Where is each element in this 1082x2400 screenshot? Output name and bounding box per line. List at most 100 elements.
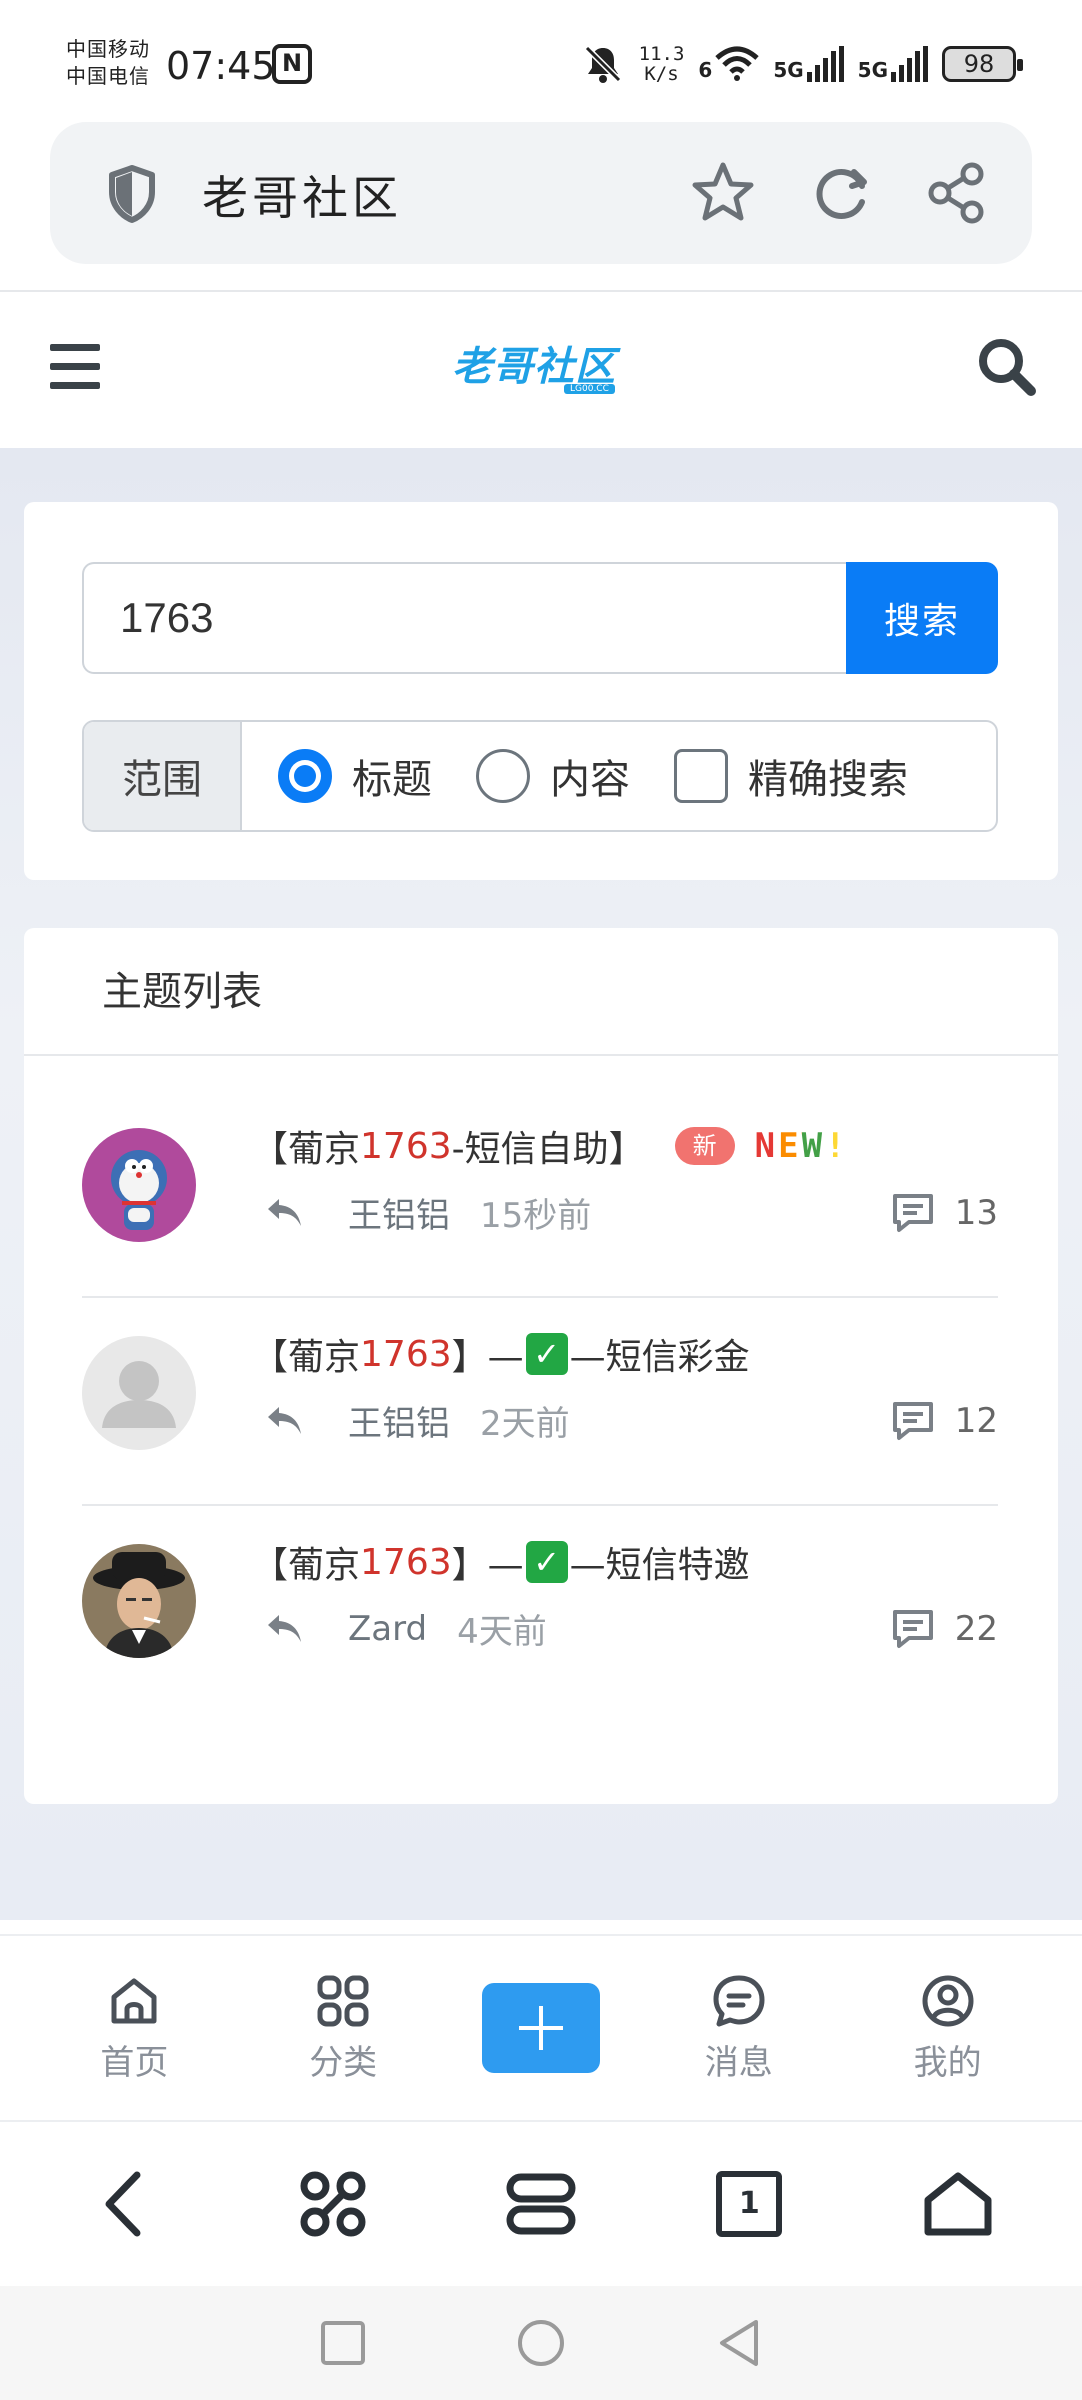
thread-time: 15秒前 (480, 1196, 592, 1236)
system-home-icon[interactable] (516, 2318, 566, 2368)
comment-icon (892, 1194, 933, 1232)
reply-count: 12 (891, 1400, 998, 1442)
scope-option-label: 标题 (352, 757, 432, 803)
back-button[interactable] (64, 2154, 184, 2254)
sim1-label: 5G (773, 58, 804, 82)
new-post-button[interactable] (481, 1983, 600, 2073)
tab-count: 1 (716, 2171, 783, 2237)
scope-option-content[interactable]: 内容 (476, 747, 630, 805)
address-bar-actions (690, 160, 988, 226)
thread-list: 【葡京 1763 -短信自助】 新 NEW! 王铝铝 15秒前 13 【葡京 1… (82, 1090, 998, 1714)
network-speed-unit: K/s (644, 63, 679, 85)
nav-label: 消息 (704, 2042, 773, 2083)
reply-count-value: 12 (954, 1401, 998, 1441)
avatar[interactable] (82, 1544, 196, 1658)
site-logo[interactable]: 老哥社区 LG00.CC (452, 334, 632, 404)
shield-icon[interactable] (106, 164, 158, 224)
reply-icon (268, 1198, 301, 1226)
carrier-1: 中国移动 (66, 37, 150, 61)
new-tag: NEW! (755, 1126, 849, 1166)
search-icon[interactable] (976, 336, 1038, 398)
new-badge: 新 (674, 1127, 735, 1165)
nav-category[interactable]: 分类 (273, 1973, 413, 2084)
message-icon (713, 1975, 765, 2026)
thread-meta: 王铝铝 15秒前 (262, 1188, 591, 1237)
tabs-button[interactable]: 1 (689, 2154, 809, 2254)
system-back-icon[interactable] (716, 2318, 762, 2368)
thread-item[interactable]: 【葡京 1763 】— ✓ —短信彩金 王铝铝 2天前 12 (82, 1298, 998, 1506)
checkbox-icon[interactable] (674, 749, 728, 803)
refresh-icon[interactable] (810, 160, 872, 226)
wifi-icon (715, 46, 759, 81)
page-title[interactable]: 老哥社区 (202, 162, 402, 228)
search-button[interactable]: 搜索 (846, 562, 998, 674)
sim2-label: 5G (857, 58, 888, 82)
man-in-hat-avatar-icon (82, 1544, 196, 1658)
scope-option-exact[interactable]: 精确搜索 (674, 747, 908, 805)
reply-count: 22 (891, 1608, 998, 1650)
search-form: 搜索 (82, 562, 998, 674)
scope-option-title[interactable]: 标题 (278, 747, 432, 805)
scope-options: 标题 内容 精确搜索 (242, 722, 996, 830)
nav-home[interactable]: 首页 (64, 1973, 204, 2084)
reply-count-value: 13 (954, 1193, 998, 1233)
reply-icon (268, 1614, 301, 1642)
thread-title[interactable]: 【葡京 1763 -短信自助】 新 NEW! (252, 1120, 849, 1172)
thread-author[interactable]: 王铝铝 (348, 1188, 450, 1237)
thread-time: 4天前 (457, 1612, 547, 1652)
scope-option-label: 内容 (550, 757, 630, 803)
browser-address-bar[interactable]: 老哥社区 (50, 122, 1032, 264)
thread-list-heading: 主题列表 (24, 928, 1058, 1056)
menu-button[interactable] (481, 2154, 601, 2254)
thread-author[interactable]: 王铝铝 (348, 1396, 450, 1445)
thread-title[interactable]: 【葡京 1763 】— ✓ —短信特邀 (252, 1536, 750, 1588)
nav-profile[interactable]: 我的 (878, 1973, 1018, 2084)
tools-button[interactable] (273, 2154, 393, 2254)
home-icon (111, 1978, 157, 2023)
title-prefix: 【葡京 (252, 1129, 361, 1170)
reply-count-value: 22 (954, 1609, 998, 1649)
signal-bars-icon (891, 46, 928, 82)
search-card: 搜索 范围 标题 内容 精确搜索 (24, 502, 1058, 880)
share-icon[interactable] (926, 160, 988, 226)
title-suffix: —短信特邀 (569, 1545, 750, 1586)
star-icon[interactable] (690, 160, 756, 226)
thread-author[interactable]: Zard (348, 1609, 427, 1649)
check-icon: ✓ (525, 1333, 568, 1375)
thread-meta: 王铝铝 2天前 (262, 1396, 570, 1445)
thread-meta: Zard 4天前 (262, 1604, 547, 1653)
mute-bell-icon (584, 45, 621, 83)
status-bar: 中国移动 中国电信 07:45 N 11.3 K/s 6 5G 5G 98 (0, 0, 1082, 120)
signal-bars-icon (806, 46, 844, 82)
avatar[interactable] (82, 1336, 196, 1450)
new-tag-text: NEW! (754, 1126, 849, 1166)
comment-icon (892, 1402, 933, 1440)
thread-item[interactable]: 【葡京 1763 -短信自助】 新 NEW! 王铝铝 15秒前 13 (82, 1090, 998, 1298)
carrier-info: 中国移动 中国电信 (66, 36, 150, 90)
grid-icon (317, 1975, 369, 2026)
wifi-label: 6 (698, 58, 713, 82)
network-speed: 11.3 K/s (639, 44, 685, 84)
status-icons: 11.3 K/s 6 5G 5G 98 (581, 40, 1023, 88)
page-content: 搜索 范围 标题 内容 精确搜索 主题列表 (0, 448, 1082, 1920)
browser-home-button[interactable] (898, 2154, 1018, 2254)
thread-title[interactable]: 【葡京 1763 】— ✓ —短信彩金 (252, 1328, 750, 1380)
radio-selected-icon[interactable] (278, 749, 332, 803)
hamburger-menu-icon[interactable] (50, 344, 100, 390)
doraemon-avatar-icon (82, 1128, 196, 1242)
thread-item[interactable]: 【葡京 1763 】— ✓ —短信特邀 Zard 4天前 22 (82, 1506, 998, 1714)
chevron-left-icon (105, 2171, 141, 2237)
avatar[interactable] (82, 1128, 196, 1242)
recent-apps-icon[interactable] (320, 2320, 366, 2366)
command-icon (300, 2171, 366, 2237)
scope-label: 范围 (84, 722, 242, 830)
nav-label: 首页 (100, 2042, 169, 2083)
browser-toolbar: 1 (0, 2120, 1082, 2286)
logo-domain: LG00.CC (564, 384, 615, 394)
radio-icon[interactable] (476, 749, 530, 803)
reply-icon (268, 1406, 301, 1434)
title-suffix: —短信彩金 (569, 1337, 750, 1378)
carrier-2: 中国电信 (66, 64, 150, 88)
search-input[interactable] (82, 562, 846, 674)
nav-messages[interactable]: 消息 (669, 1973, 809, 2084)
